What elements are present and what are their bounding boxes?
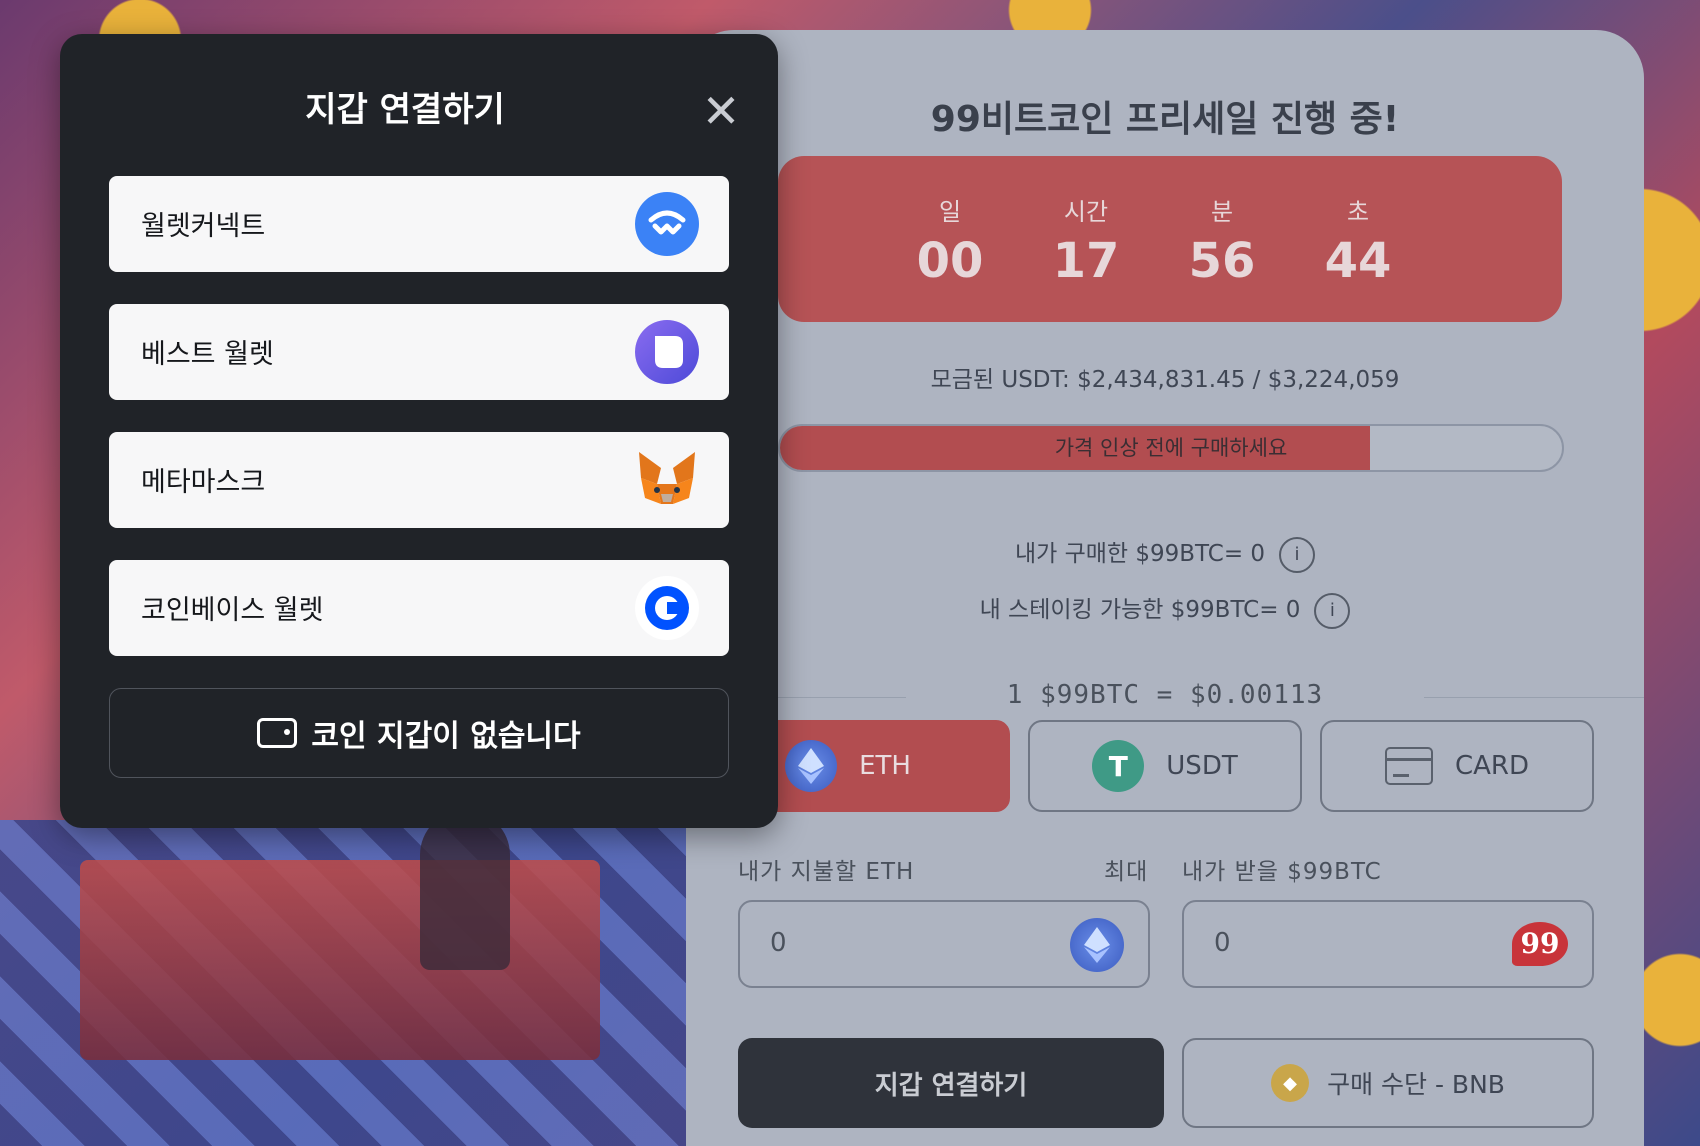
eth-icon (1070, 918, 1124, 972)
coinbase-icon (635, 576, 699, 640)
countdown-minutes-label: 분 (1210, 198, 1234, 226)
connect-wallet-button[interactable]: 지갑 연결하기 (738, 1038, 1164, 1128)
pay-usdt-label: USDT (1166, 751, 1238, 781)
wallet-option-metamask[interactable]: 메타마스크 (109, 432, 729, 528)
countdown-hours-value: 17 (1052, 233, 1120, 289)
receive-amount-label: 내가 받을 $99BTC (1182, 859, 1382, 885)
wallet-icon (257, 718, 298, 748)
my-purchased-row: 내가 구매한 $99BTC= 0 i (686, 534, 1644, 573)
pay-amount-label: 내가 지불할 ETH (738, 859, 915, 885)
countdown-minutes-value: 56 (1188, 233, 1256, 289)
pay-amount-input[interactable]: 0 (738, 900, 1150, 988)
countdown-days-label: 일 (938, 198, 962, 226)
pay-card-label: CARD (1454, 751, 1530, 781)
my-purchased-text: 내가 구매한 $99BTC= 0 (1014, 541, 1266, 567)
eth-icon (785, 740, 838, 792)
progress-text: 가격 인상 전에 구매하세요 (1054, 436, 1288, 460)
no-wallet-label: 코인 지갑이 없습니다 (311, 719, 581, 754)
rate-divider-right (1424, 697, 1644, 698)
rate-text: 1 $99BTC = $0.00113 (1006, 680, 1324, 710)
max-button[interactable]: 최대 (1104, 852, 1148, 886)
countdown-hours-label: 시간 (1063, 198, 1109, 226)
wallet-option-label: 베스트 월렛 (141, 339, 274, 370)
countdown-seconds-value: 44 (1324, 233, 1392, 289)
wallet-connect-modal: 지갑 연결하기 ✕ 월렛커넥트 베스트 월렛 메타마스크 코인베이스 월렛 코인… (60, 34, 778, 828)
background-desk (80, 860, 600, 1060)
countdown-hours: 시간 17 (1026, 192, 1146, 289)
receive-amount-value: 0 (1214, 928, 1231, 958)
pay-amount-value: 0 (770, 928, 787, 958)
walletconnect-icon (635, 192, 699, 256)
pay-usdt-button[interactable]: T USDT (1028, 720, 1302, 812)
no-wallet-button[interactable]: 코인 지갑이 없습니다 (109, 688, 729, 778)
wallet-option-bestwallet[interactable]: 베스트 월렛 (109, 304, 729, 400)
rate-row: 1 $99BTC = $0.00113 (686, 680, 1644, 714)
countdown-days: 일 00 (890, 192, 1010, 289)
pay-eth-label: ETH (859, 751, 911, 781)
close-icon[interactable]: ✕ (696, 86, 746, 136)
wallet-option-coinbase[interactable]: 코인베이스 월렛 (109, 560, 729, 656)
modal-title: 지갑 연결하기 (305, 90, 505, 130)
info-icon[interactable]: i (1279, 536, 1316, 573)
receive-amount-input[interactable]: 0 99 (1182, 900, 1594, 988)
pay-card-button[interactable]: CARD (1320, 720, 1594, 812)
card-icon (1384, 747, 1433, 785)
presale-widget: 99비트코인 프리세일 진행 중! 일 00 시간 17 분 56 초 44 모… (686, 30, 1644, 1146)
bestwallet-icon (635, 320, 699, 384)
metamask-fox-icon (635, 448, 699, 512)
countdown-timer: 일 00 시간 17 분 56 초 44 (778, 156, 1562, 322)
background-person (420, 810, 510, 970)
countdown-seconds-label: 초 (1346, 198, 1370, 226)
raised-amount: 모금된 USDT: $2,434,831.45 / $3,224,059 (930, 367, 1400, 393)
wallet-option-label: 월렛커넥트 (141, 211, 266, 242)
info-icon[interactable]: i (1314, 592, 1351, 629)
usdt-icon: T (1092, 740, 1145, 792)
bnb-icon: ◆ (1271, 1064, 1310, 1102)
my-stakeable-text: 내 스테이킹 가능한 $99BTC= 0 (979, 597, 1301, 623)
wallet-option-label: 메타마스크 (141, 467, 266, 498)
wallet-option-label: 코인베이스 월렛 (141, 595, 324, 626)
buy-with-bnb-button[interactable]: ◆ 구매 수단 - BNB (1182, 1038, 1594, 1128)
wallet-option-walletconnect[interactable]: 월렛커넥트 (109, 176, 729, 272)
presale-title: 99비트코인 프리세일 진행 중! (930, 99, 1400, 140)
my-stakeable-row: 내 스테이킹 가능한 $99BTC= 0 i (686, 590, 1644, 629)
99btc-logo-icon: 99 (1512, 922, 1568, 966)
presale-progress-bar: 가격 인상 전에 구매하세요 (778, 424, 1564, 472)
countdown-days-value: 00 (916, 233, 984, 289)
buy-with-bnb-label: 구매 수단 - BNB (1327, 1070, 1505, 1099)
countdown-seconds: 초 44 (1298, 192, 1418, 289)
countdown-minutes: 분 56 (1162, 192, 1282, 289)
